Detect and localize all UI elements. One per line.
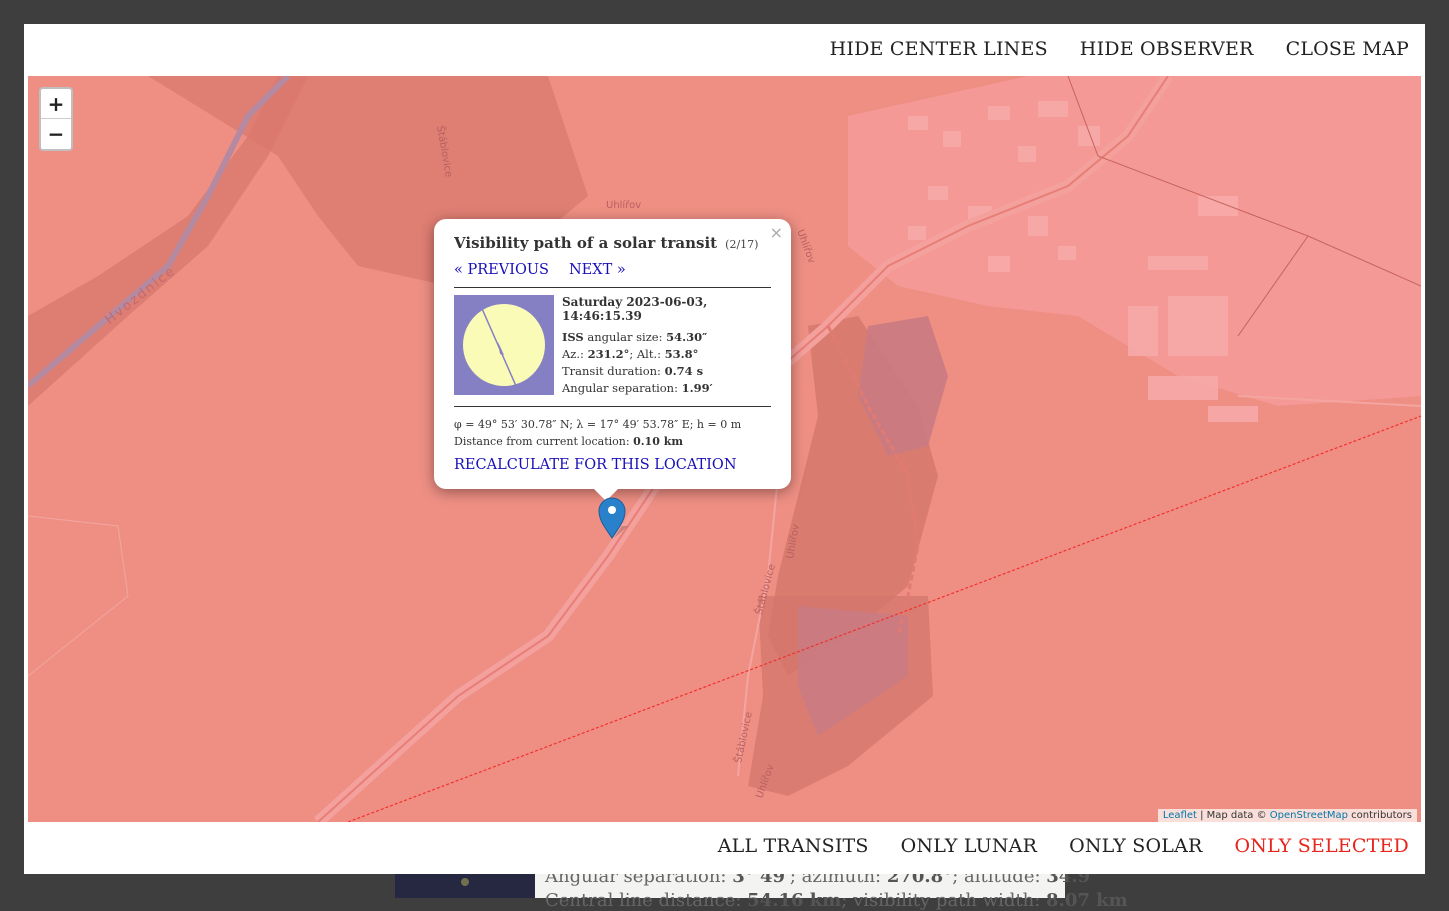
underlying-line-2: Central line distance: 54.16 km; visibil…	[545, 890, 1128, 911]
hide-center-lines-button[interactable]: HIDE CENTER LINES	[830, 38, 1048, 60]
underlying-dot	[461, 878, 469, 886]
az-alt-line: Az.: 231.2°; Alt.: 53.8°	[562, 347, 699, 361]
zoom-in-button[interactable]: +	[41, 89, 71, 119]
all-transits-button[interactable]: ALL TRANSITS	[718, 835, 869, 857]
transit-info: Saturday 2023-06-03, 14:46:15.39 ISS ang…	[562, 295, 771, 397]
duration-line: Transit duration: 0.74 s	[562, 364, 704, 378]
close-map-button[interactable]: CLOSE MAP	[1286, 38, 1409, 60]
transit-thumbnail	[454, 294, 554, 396]
map-top-toolbar: HIDE CENTER LINES HIDE OBSERVER CLOSE MA…	[24, 24, 1425, 76]
osm-link[interactable]: OpenStreetMap	[1270, 810, 1348, 821]
popup-close-button[interactable]: ×	[770, 223, 783, 242]
popup-divider	[454, 287, 771, 288]
only-selected-button[interactable]: ONLY SELECTED	[1235, 835, 1409, 857]
only-solar-button[interactable]: ONLY SOLAR	[1069, 835, 1202, 857]
transit-date: Saturday 2023-06-03, 14:46:15.39	[562, 295, 708, 323]
recalculate-link[interactable]: RECALCULATE FOR THIS LOCATION	[454, 457, 737, 473]
zoom-control: + −	[39, 87, 73, 151]
leaflet-link[interactable]: Leaflet	[1163, 810, 1197, 821]
separation-line: Angular separation: 1.99′	[562, 381, 713, 395]
previous-link[interactable]: « PREVIOUS	[454, 262, 549, 278]
popup-divider-2	[454, 406, 771, 407]
popup-counter: (2/17)	[725, 238, 759, 251]
map-label-uhlirov-1: Uhlířov	[606, 200, 642, 211]
leaflet-map[interactable]: Hvozdnice Uhlířov Uhlířov Uhlířov Uhlířo…	[28, 76, 1421, 822]
coordinates-line: φ = 49° 53′ 30.78″ N; λ = 17° 49′ 53.78″…	[454, 418, 742, 431]
transit-popup: × Visibility path of a solar transit (2/…	[434, 219, 791, 489]
next-link[interactable]: NEXT »	[569, 262, 626, 278]
location-marker-icon[interactable]	[598, 496, 628, 544]
only-lunar-button[interactable]: ONLY LUNAR	[901, 835, 1037, 857]
angular-size-line: ISS angular size: 54.30″	[562, 330, 708, 344]
popup-title: Visibility path of a solar transit	[454, 234, 718, 252]
hide-observer-button[interactable]: HIDE OBSERVER	[1080, 38, 1254, 60]
zoom-out-button[interactable]: −	[41, 119, 71, 149]
distance-line: Distance from current location: 0.10 km	[454, 435, 683, 448]
map-modal: HIDE CENTER LINES HIDE OBSERVER CLOSE MA…	[24, 24, 1425, 874]
map-attribution: Leaflet | Map data © OpenStreetMap contr…	[1157, 809, 1417, 822]
map-bottom-toolbar: ALL TRANSITS ONLY LUNAR ONLY SOLAR ONLY …	[24, 822, 1425, 874]
